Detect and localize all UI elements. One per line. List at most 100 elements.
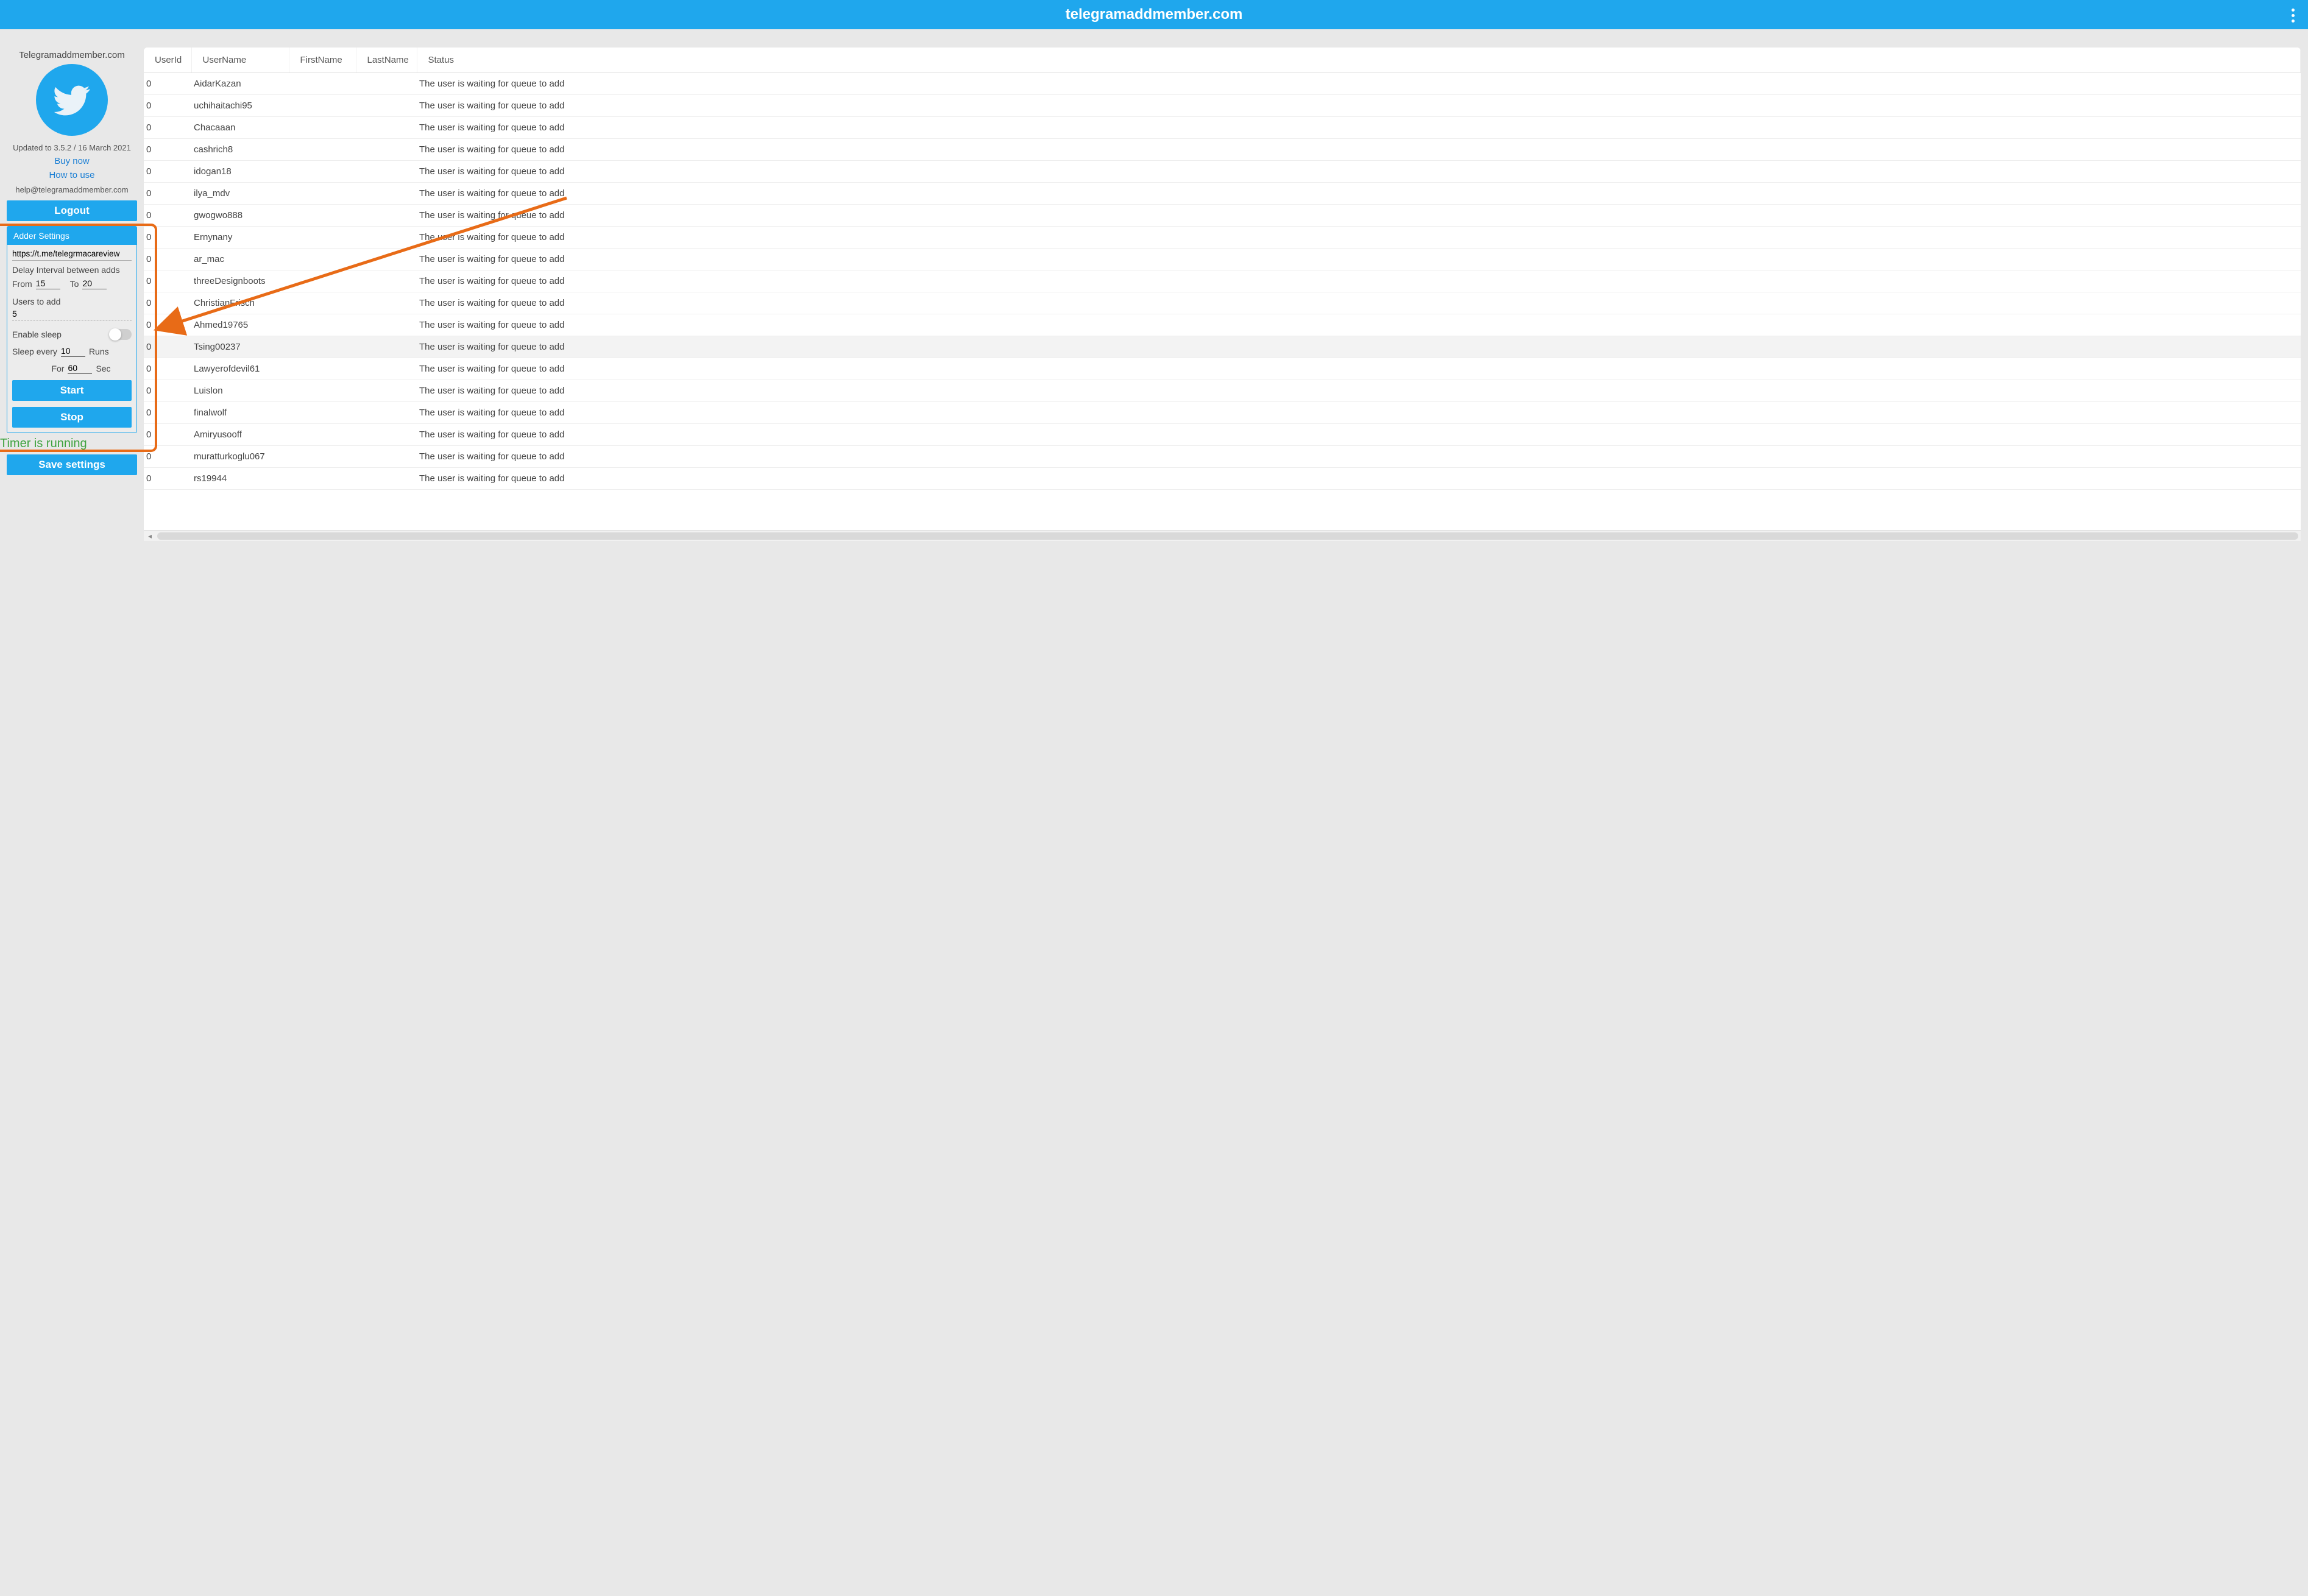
table-row[interactable]: 0rs19944The user is waiting for queue to… xyxy=(144,468,2301,490)
channel-url-input[interactable] xyxy=(12,246,132,261)
table-row[interactable]: 0Tsing00237The user is waiting for queue… xyxy=(144,336,2301,358)
cell-status: The user is waiting for queue to add xyxy=(417,358,2301,380)
cell-userid: 0 xyxy=(144,205,191,227)
cell-status: The user is waiting for queue to add xyxy=(417,183,2301,205)
delay-label: Delay Interval between adds xyxy=(12,265,132,275)
runs-label: Runs xyxy=(89,347,109,356)
col-userid[interactable]: UserId xyxy=(144,48,191,73)
table-row[interactable]: 0Ahmed19765The user is waiting for queue… xyxy=(144,314,2301,336)
table-row[interactable]: 0LuislonThe user is waiting for queue to… xyxy=(144,380,2301,402)
cell-firstname xyxy=(289,227,356,249)
table-row[interactable]: 0ar_macThe user is waiting for queue to … xyxy=(144,249,2301,270)
cell-userid: 0 xyxy=(144,314,191,336)
col-firstname[interactable]: FirstName xyxy=(289,48,356,73)
sidebar: Telegramaddmember.com Updated to 3.5.2 /… xyxy=(0,48,144,541)
cell-firstname xyxy=(289,314,356,336)
table-row[interactable]: 0Lawyerofdevil61The user is waiting for … xyxy=(144,358,2301,380)
cell-firstname xyxy=(289,468,356,490)
cell-userid: 0 xyxy=(144,95,191,117)
cell-userid: 0 xyxy=(144,380,191,402)
cell-firstname xyxy=(289,95,356,117)
cell-status: The user is waiting for queue to add xyxy=(417,227,2301,249)
table-row[interactable]: 0muratturkoglu067The user is waiting for… xyxy=(144,446,2301,468)
table-row[interactable]: 0ChristianFrischThe user is waiting for … xyxy=(144,292,2301,314)
cell-userid: 0 xyxy=(144,424,191,446)
table-row[interactable]: 0idogan18The user is waiting for queue t… xyxy=(144,161,2301,183)
for-label: For xyxy=(51,364,64,373)
cell-userid: 0 xyxy=(144,270,191,292)
scroll-left-icon[interactable]: ◂ xyxy=(145,532,155,540)
cell-lastname xyxy=(356,292,417,314)
col-username[interactable]: UserName xyxy=(191,48,289,73)
cell-status: The user is waiting for queue to add xyxy=(417,139,2301,161)
cell-status: The user is waiting for queue to add xyxy=(417,292,2301,314)
cell-lastname xyxy=(356,161,417,183)
cell-firstname xyxy=(289,336,356,358)
cell-firstname xyxy=(289,380,356,402)
start-button[interactable]: Start xyxy=(12,380,132,401)
delay-from-input[interactable] xyxy=(36,278,60,289)
table-row[interactable]: 0Amiryusooff The user is waiting for queu… xyxy=(144,424,2301,446)
cell-userid: 0 xyxy=(144,117,191,139)
from-label: From xyxy=(12,279,32,289)
save-settings-button[interactable]: Save settings xyxy=(7,454,137,475)
sleep-for-input[interactable] xyxy=(68,363,92,374)
logo-icon xyxy=(36,64,108,136)
cell-userid: 0 xyxy=(144,358,191,380)
timer-status: Timer is running xyxy=(0,437,130,451)
cell-firstname xyxy=(289,161,356,183)
app-title: telegramaddmember.com xyxy=(1066,6,1243,23)
col-status[interactable]: Status xyxy=(417,48,2301,73)
enable-sleep-label: Enable sleep xyxy=(12,330,62,339)
kebab-menu-icon[interactable] xyxy=(2289,6,2297,25)
cell-userid: 0 xyxy=(144,161,191,183)
help-email: help@telegramaddmember.com xyxy=(15,185,128,194)
cell-username: finalwolf xyxy=(191,402,289,424)
horizontal-scrollbar[interactable]: ◂ xyxy=(144,530,2301,541)
cell-username: ar_mac xyxy=(191,249,289,270)
cell-userid: 0 xyxy=(144,73,191,95)
cell-username: muratturkoglu067 xyxy=(191,446,289,468)
cell-username: idogan18 xyxy=(191,161,289,183)
cell-firstname xyxy=(289,139,356,161)
sleep-every-input[interactable] xyxy=(61,346,85,357)
cell-lastname xyxy=(356,424,417,446)
cell-username: Amiryusooff xyxy=(191,424,289,446)
cell-username: Chacaaan xyxy=(191,117,289,139)
buy-now-link[interactable]: Buy now xyxy=(54,156,90,166)
col-lastname[interactable]: LastName xyxy=(356,48,417,73)
logout-button[interactable]: Logout xyxy=(7,200,137,221)
cell-username: ilya_mdv xyxy=(191,183,289,205)
cell-status: The user is waiting for queue to add xyxy=(417,249,2301,270)
table-row[interactable]: 0gwogwo888The user is waiting for queue … xyxy=(144,205,2301,227)
users-to-add-input[interactable] xyxy=(12,309,132,320)
top-bar: telegramaddmember.com xyxy=(0,0,2308,29)
how-to-use-link[interactable]: How to use xyxy=(49,170,94,180)
stop-button[interactable]: Stop xyxy=(12,407,132,428)
delay-to-input[interactable] xyxy=(82,278,107,289)
table-row[interactable]: 0finalwolfThe user is waiting for queue … xyxy=(144,402,2301,424)
cell-userid: 0 xyxy=(144,402,191,424)
cell-lastname xyxy=(356,314,417,336)
cell-status: The user is waiting for queue to add xyxy=(417,424,2301,446)
cell-userid: 0 xyxy=(144,446,191,468)
table-row[interactable]: 0threeDesignbootsThe user is waiting for… xyxy=(144,270,2301,292)
cell-userid: 0 xyxy=(144,336,191,358)
table-row[interactable]: 0ErnynanyThe user is waiting for queue t… xyxy=(144,227,2301,249)
cell-status: The user is waiting for queue to add xyxy=(417,468,2301,490)
table-row[interactable]: 0AidarKazanThe user is waiting for queue… xyxy=(144,73,2301,95)
brand-label: Telegramaddmember.com xyxy=(19,50,124,60)
cell-firstname xyxy=(289,183,356,205)
table-row[interactable]: 0ChacaaanThe user is waiting for queue t… xyxy=(144,117,2301,139)
table-row[interactable]: 0uchihaitachi95The user is waiting for q… xyxy=(144,95,2301,117)
cell-username: Tsing00237 xyxy=(191,336,289,358)
cell-username: uchihaitachi95 xyxy=(191,95,289,117)
enable-sleep-toggle[interactable] xyxy=(110,329,132,340)
cell-userid: 0 xyxy=(144,139,191,161)
table-row[interactable]: 0cashrich8The user is waiting for queue … xyxy=(144,139,2301,161)
users-to-add-label: Users to add xyxy=(12,297,132,306)
cell-lastname xyxy=(356,227,417,249)
table-row[interactable]: 0ilya_mdvThe user is waiting for queue t… xyxy=(144,183,2301,205)
version-label: Updated to 3.5.2 / 16 March 2021 xyxy=(13,143,131,152)
cell-username: ChristianFrisch xyxy=(191,292,289,314)
